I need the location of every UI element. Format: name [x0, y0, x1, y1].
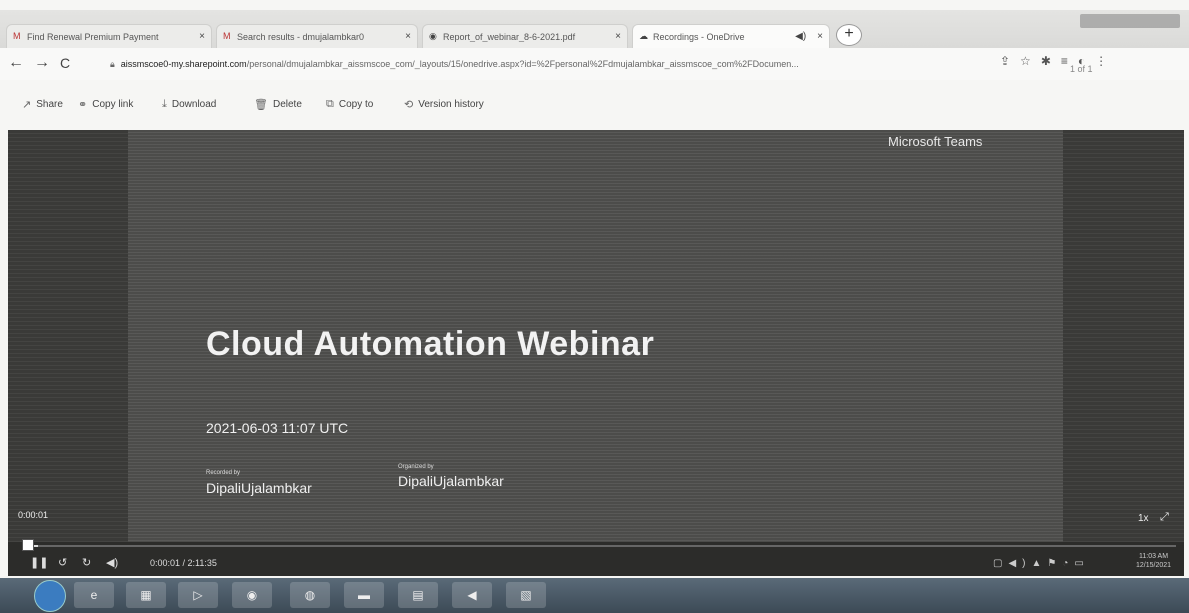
copy-icon: ⧉	[326, 98, 334, 110]
volume-icon[interactable]: ◀)	[106, 556, 118, 569]
media-icon[interactable]: ▷	[178, 582, 218, 608]
reload-icon[interactable]: C	[60, 55, 70, 71]
download-button[interactable]: ⤓ Download	[162, 98, 216, 111]
download-label: Download	[171, 99, 217, 110]
url-host: aissmscoe0-my.sharepoint.com	[120, 59, 247, 69]
tab-1[interactable]: M Find Renewal Premium Payment ×	[6, 24, 212, 48]
gmail-icon: M	[223, 31, 231, 41]
recorded-by-label: Recorded by	[206, 470, 241, 476]
organized-by-value: DipaliUjalambkar	[398, 473, 504, 489]
tab-4[interactable]: ☁ Recordings - OneDrive ◀) ×	[632, 24, 830, 48]
url-path: /personal/dmujalambkar_aissmscoe_com/_la…	[246, 59, 799, 69]
version-history-button[interactable]: ⟲ Version history	[404, 98, 484, 111]
trash-icon: 🗑︎	[254, 99, 268, 111]
close-icon[interactable]: ×	[405, 31, 411, 42]
close-icon[interactable]: ×	[615, 31, 621, 42]
clock: 11:03 AM 12/15/2021	[1136, 552, 1171, 570]
tab-strip: M Find Renewal Premium Payment × M Searc…	[0, 10, 1189, 49]
window-controls[interactable]	[1080, 14, 1180, 28]
progress-bar[interactable]	[26, 545, 1176, 547]
slide: Microsoft Teams Cloud Automation Webinar…	[128, 130, 1063, 550]
arrow-app-icon[interactable]: ◀	[452, 582, 492, 608]
share-button[interactable]: ↗ Share	[22, 98, 63, 111]
slide-title: Cloud Automation Webinar	[206, 325, 655, 363]
scrubber-handle[interactable]	[22, 539, 34, 551]
new-tab-button[interactable]: +	[836, 24, 862, 46]
time-readout: 0:00:01 / 2:11:35	[150, 558, 217, 568]
gmail-icon: M	[13, 31, 21, 41]
brand-label: Microsoft Teams	[888, 134, 983, 149]
recorded-by-value: DipaliUjalambkar	[206, 480, 312, 496]
onedrive-icon: ☁	[639, 31, 648, 41]
back-icon[interactable]: ←	[8, 54, 24, 72]
player-controls: ❚❚ ↺ ↻ ◀) 0:00:01 / 2:11:35 ▢◀)▲⚑◔▭ 11:0…	[8, 539, 1184, 576]
time-overlay: 0:00:01	[18, 510, 49, 520]
slide-date: 2021-06-03 11:07 UTC	[206, 420, 349, 436]
copy-link-label: Copy link	[92, 99, 134, 110]
office-icon[interactable]: ▧	[506, 582, 546, 608]
speaker-icon: ◀)	[795, 31, 807, 42]
delete-button[interactable]: 🗑︎ Delete	[254, 98, 302, 111]
document-icon[interactable]: ▤	[398, 582, 438, 608]
share-label: Share	[36, 99, 63, 110]
link-icon: ⚭	[78, 99, 88, 111]
page-counter: 1 of 1	[1070, 64, 1093, 74]
forward-skip-icon[interactable]: ↻	[82, 556, 91, 569]
tab-label: Search results - dmujalambkar0	[237, 31, 365, 42]
tab-2[interactable]: M Search results - dmujalambkar0 ×	[216, 24, 418, 48]
pause-icon[interactable]: ❚❚	[30, 556, 48, 569]
copy-to-label: Copy to	[338, 99, 374, 110]
delete-label: Delete	[272, 99, 302, 110]
history-icon: ⟲	[404, 99, 414, 111]
start-button[interactable]	[34, 580, 66, 612]
fullscreen-icon[interactable]: ⤢	[1160, 511, 1169, 524]
close-icon[interactable]: ×	[199, 31, 205, 42]
copy-link-button[interactable]: ⚭ Copy link	[78, 98, 133, 111]
share-icon: ↗	[22, 99, 32, 111]
system-tray-icons[interactable]: ▢◀)▲⚑◔▭	[993, 558, 1090, 569]
download-icon: ⤓	[162, 98, 167, 110]
tab-label: Report_of_webinar_8-6-2021.pdf	[443, 31, 576, 42]
ie-icon[interactable]: e	[74, 582, 114, 608]
calendar-icon[interactable]: ▦	[126, 582, 166, 608]
organized-by-label: Organized by	[398, 464, 434, 470]
forward-icon[interactable]: →	[34, 54, 50, 72]
chrome-icon: ◉	[429, 31, 437, 41]
tab-label: Find Renewal Premium Payment	[27, 31, 159, 42]
version-history-label: Version history	[418, 99, 484, 110]
tab-3[interactable]: ◉ Report_of_webinar_8-6-2021.pdf ×	[422, 24, 628, 48]
clock-time: 11:03 AM	[1138, 553, 1169, 560]
lock-icon: 🔒︎	[110, 59, 115, 69]
playback-speed-button[interactable]: 1x	[1138, 513, 1149, 524]
video-player[interactable]: Microsoft Teams Cloud Automation Webinar…	[8, 130, 1184, 550]
chrome-icon[interactable]: ◉	[232, 582, 272, 608]
tab-label: Recordings - OneDrive	[653, 31, 745, 42]
folder-icon[interactable]: ▬	[344, 582, 384, 608]
browser-window: M Find Renewal Premium Payment × M Searc…	[0, 0, 1189, 613]
copy-to-button[interactable]: ⧉ Copy to	[326, 98, 373, 111]
command-bar: ↗ Share ⚭ Copy link ⤓ Download 🗑︎ Delete ⧉ Co…	[0, 84, 1189, 114]
taskbar: e ▦ ▷ ◉ ◍ ▬ ▤ ◀ ▧	[0, 578, 1189, 613]
rewind-icon[interactable]: ↺	[58, 556, 67, 569]
toolbar-icons[interactable]: ⇪☆✱≡◐⋮	[1000, 54, 1117, 68]
close-icon[interactable]: ×	[817, 31, 823, 42]
address-bar: ← → C 🔒︎ aissmscoe0-my.sharepoint.com/per…	[0, 48, 1189, 80]
clock-date: 12/15/2021	[1136, 562, 1172, 569]
url-field[interactable]: 🔒︎ aissmscoe0-my.sharepoint.com/personal/…	[110, 54, 990, 74]
app-icon[interactable]: ◍	[290, 582, 330, 608]
